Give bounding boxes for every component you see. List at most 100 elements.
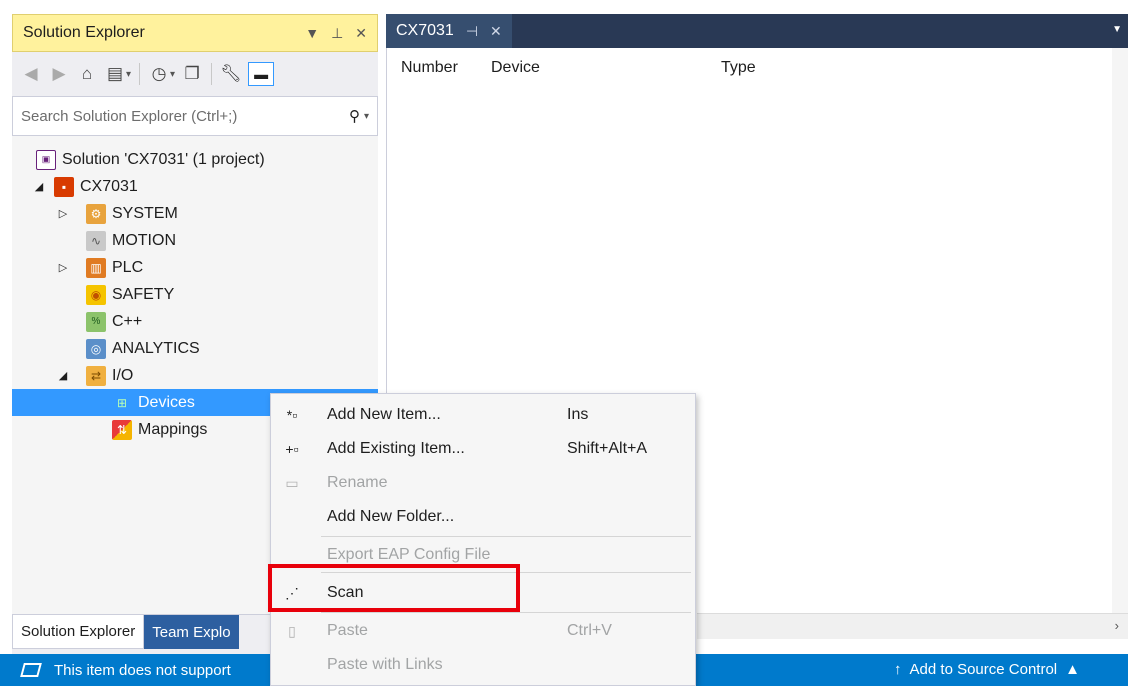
properties-wrench-icon[interactable]: 🔧︎ <box>220 64 242 84</box>
menu-item-shortcut: Ins <box>567 406 589 423</box>
tab-team-explorer[interactable]: Team Explo <box>144 615 239 649</box>
cpp-icon: % <box>86 311 106 332</box>
tree-item-cpp[interactable]: % C++ <box>86 308 142 335</box>
tree-item-label: MOTION <box>112 231 176 249</box>
tab-title: CX7031 <box>396 22 454 39</box>
tree-item-label: SYSTEM <box>112 204 178 222</box>
pin-panel-icon[interactable]: ⊥ <box>331 25 343 42</box>
menu-item-add-new-folder[interactable]: Add New Folder... <box>271 500 695 534</box>
menu-item-scan[interactable]: ⋰ Scan <box>271 576 695 610</box>
horizontal-scrollbar[interactable]: › <box>697 613 1128 639</box>
menu-item-label: Export EAP Config File <box>327 546 491 563</box>
editor-tab-bar: CX7031 ⊣ ✕ ▼ <box>386 14 1128 48</box>
scroll-right-icon[interactable]: › <box>1115 618 1119 633</box>
tree-item-solution[interactable]: ▣ Solution 'CX7031' (1 project) <box>36 146 265 173</box>
solution-explorer-titlebar: Solution Explorer ▼ ⊥ ✕ <box>12 14 378 52</box>
add-new-item-icon: *▫ <box>286 407 298 423</box>
motion-icon: ∿ <box>86 230 106 251</box>
column-header-type[interactable]: Type <box>721 59 756 77</box>
expand-arrow-icon[interactable]: ▷ <box>56 207 70 220</box>
solution-explorer-toolbar: ◀ ▶ ⌂ ▤ ▾ ◷ ▾ ❐ 🔧︎ ▬ <box>12 52 378 96</box>
safety-icon: ◉ <box>86 284 106 305</box>
tree-item-motion[interactable]: ∿ MOTION <box>86 227 176 254</box>
context-menu: *▫ Add New Item... Ins +▫ Add Existing I… <box>270 393 696 686</box>
tree-item-label: SAFETY <box>112 285 175 303</box>
search-options-dropdown-icon[interactable]: ▾ <box>364 111 369 122</box>
tree-item-mappings[interactable]: ⇅ Mappings <box>112 416 207 443</box>
system-icon: ⚙ <box>86 203 106 224</box>
menu-item-add-existing-item[interactable]: +▫ Add Existing Item... Shift+Alt+A <box>271 432 695 466</box>
menu-item-label: Rename <box>327 474 388 491</box>
menu-separator <box>321 572 691 573</box>
tree-item-safety[interactable]: ◉ SAFETY <box>86 281 174 308</box>
toolbar-separator <box>211 63 213 85</box>
menu-separator <box>321 612 691 613</box>
menu-item-rename[interactable]: ▭ Rename <box>271 466 695 500</box>
device-list-header: Number Device Type <box>387 48 1117 88</box>
menu-item-shortcut: Ctrl+V <box>567 622 612 639</box>
window-position-dropdown-icon[interactable]: ▼ <box>305 25 319 41</box>
tree-item-plc[interactable]: ▷ ▥ PLC <box>56 254 143 281</box>
tree-item-analytics[interactable]: ◎ ANALYTICS <box>86 335 200 362</box>
filter-dropdown-icon[interactable]: ▾ <box>170 69 175 80</box>
menu-item-shortcut: Shift+Alt+A <box>567 440 648 457</box>
status-message: This item does not support <box>54 661 231 679</box>
solution-explorer-title: Solution Explorer <box>23 24 145 41</box>
paste-icon: ▯ <box>288 622 296 639</box>
preview-selected-items-icon[interactable]: ▬ <box>248 62 275 86</box>
pin-tab-icon[interactable]: ⊣ <box>466 23 478 40</box>
menu-item-label: Paste with Links <box>327 656 443 673</box>
menu-item-paste-with-links[interactable]: Paste with Links <box>271 648 695 682</box>
forward-icon[interactable]: ▶ <box>48 64 70 84</box>
column-header-number[interactable]: Number <box>401 59 458 77</box>
tree-item-system[interactable]: ▷ ⚙ SYSTEM <box>56 200 178 227</box>
io-icon: ⇄ <box>86 365 106 386</box>
magic-wand-icon: ⋰ <box>285 584 299 601</box>
menu-item-paste[interactable]: ▯ Paste Ctrl+V <box>271 614 695 648</box>
pending-changes-filter-icon[interactable]: ◷ <box>148 64 170 84</box>
tree-item-label: CX7031 <box>80 177 138 195</box>
tree-item-io[interactable]: ◢ ⇄ I/O <box>56 362 133 389</box>
menu-item-label: Paste <box>327 622 368 639</box>
vertical-scrollbar[interactable] <box>1112 48 1128 613</box>
analytics-icon: ◎ <box>86 338 106 359</box>
message-icon <box>20 663 42 677</box>
tab-cx7031[interactable]: CX7031 ⊣ ✕ <box>386 14 512 48</box>
twincat-project-icon: ▪ <box>54 176 74 197</box>
devices-icon: ⊞ <box>116 395 128 410</box>
menu-separator <box>321 536 691 537</box>
plc-icon: ▥ <box>86 257 106 278</box>
switch-views-icon[interactable]: ▤ <box>104 64 126 84</box>
collapse-all-icon[interactable]: ❐ <box>181 64 203 84</box>
add-existing-item-icon: +▫ <box>285 441 299 457</box>
search-input[interactable] <box>21 107 349 125</box>
menu-item-label: Scan <box>327 584 364 601</box>
collapse-arrow-icon[interactable]: ◢ <box>32 180 46 193</box>
close-tab-icon[interactable]: ✕ <box>490 23 502 40</box>
tree-item-label: Solution 'CX7031' (1 project) <box>62 150 265 168</box>
home-icon[interactable]: ⌂ <box>76 64 98 84</box>
menu-item-label: Add Existing Item... <box>327 440 465 457</box>
expand-arrow-icon[interactable]: ▷ <box>56 261 70 274</box>
menu-item-add-new-item[interactable]: *▫ Add New Item... Ins <box>271 398 695 432</box>
tree-item-label: Mappings <box>138 420 208 438</box>
column-header-device[interactable]: Device <box>491 59 540 77</box>
search-icon[interactable]: ⚲ <box>349 107 360 125</box>
switch-views-dropdown-icon[interactable]: ▾ <box>126 69 131 80</box>
arrow-up-icon: ↑ <box>894 661 902 678</box>
rename-icon: ▭ <box>285 474 299 491</box>
toolbar-separator <box>139 63 141 85</box>
caret-up-icon: ▲ <box>1065 661 1080 678</box>
collapse-arrow-icon[interactable]: ◢ <box>56 369 70 382</box>
tree-item-label: I/O <box>112 366 134 384</box>
tree-item-project[interactable]: ◢ ▪ CX7031 <box>32 173 138 200</box>
back-icon[interactable]: ◀ <box>20 64 42 84</box>
close-panel-icon[interactable]: ✕ <box>355 25 367 42</box>
solution-icon: ▣ <box>36 149 56 170</box>
add-to-source-control-button[interactable]: ↑ Add to Source Control ▲ <box>894 661 1080 678</box>
tab-overflow-dropdown-icon[interactable]: ▼ <box>1112 24 1122 35</box>
tree-item-label: PLC <box>112 258 144 276</box>
solution-explorer-search[interactable]: ⚲ ▾ <box>12 96 378 136</box>
tab-solution-explorer[interactable]: Solution Explorer <box>12 615 145 649</box>
menu-item-export-eap-config[interactable]: Export EAP Config File <box>271 538 695 572</box>
